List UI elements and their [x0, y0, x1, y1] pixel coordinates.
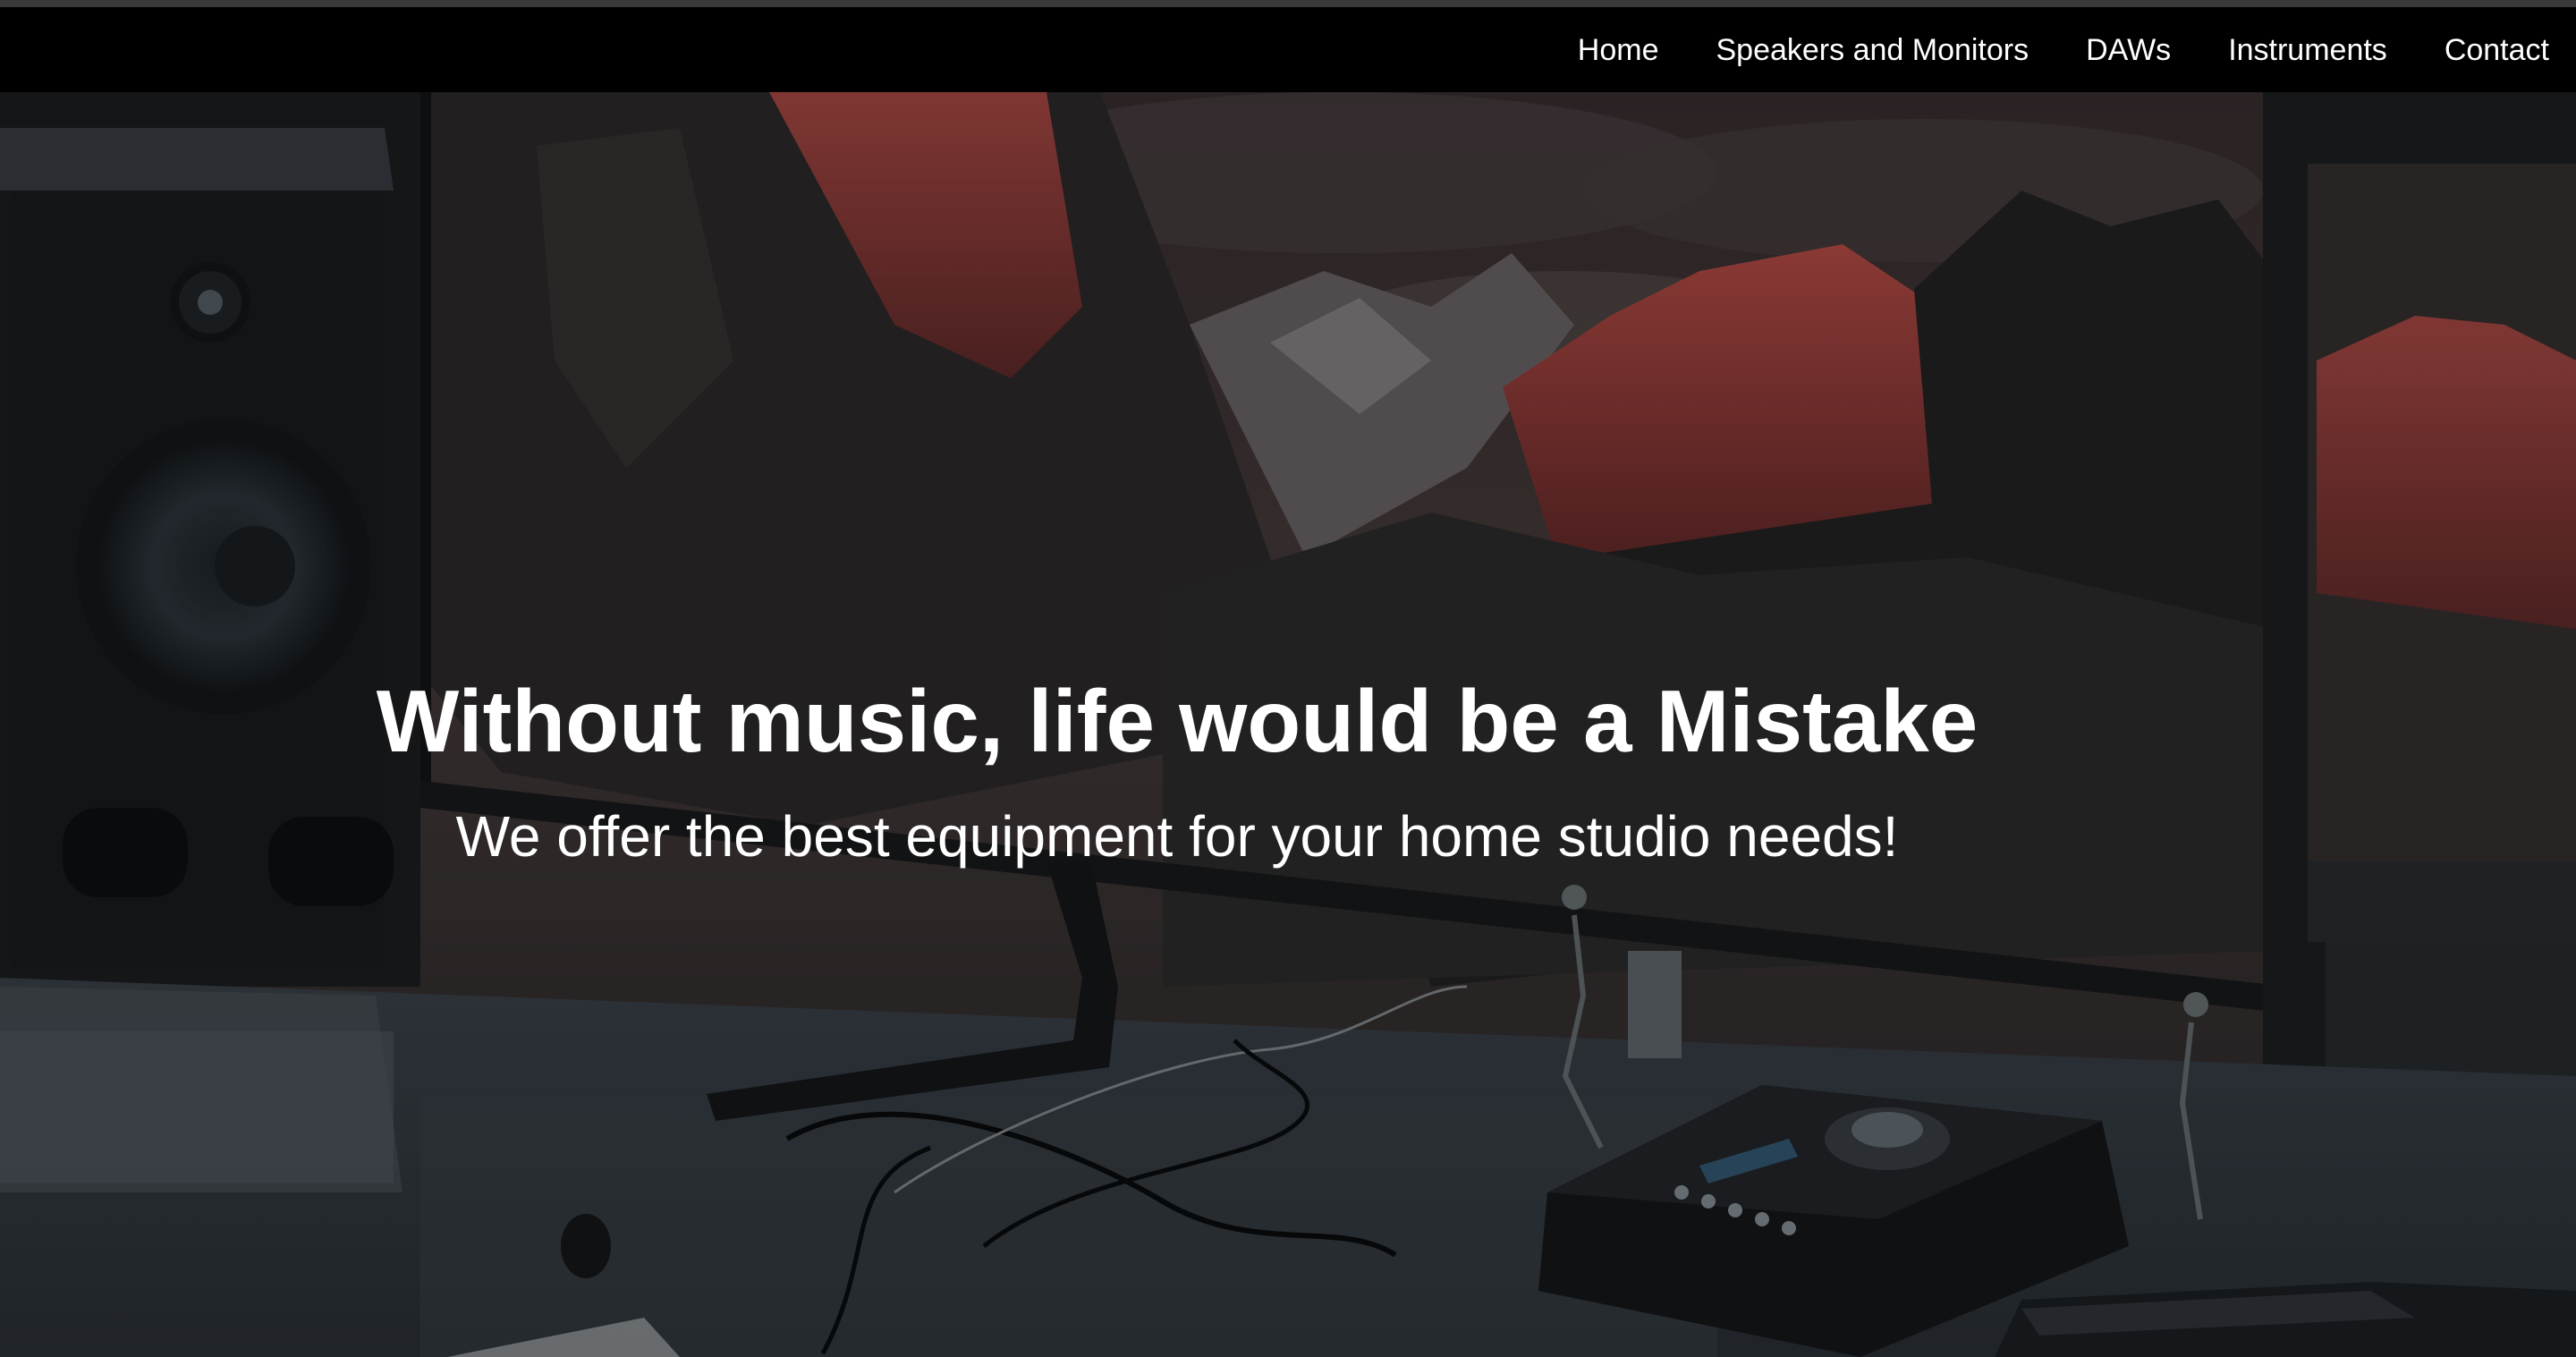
hero-section: Without music, life would be a Mistake W…	[0, 92, 2576, 1357]
page: Home Speakers and Monitors DAWs Instrume…	[0, 0, 2576, 1357]
hero-text-container: Without music, life would be a Mistake W…	[0, 92, 2576, 1357]
nav-speakers-monitors-link[interactable]: Speakers and Monitors	[1716, 33, 2029, 67]
nav-home-link[interactable]: Home	[1578, 33, 1659, 67]
hero-title: Without music, life would be a Mistake	[376, 672, 1979, 770]
nav-links: Home Speakers and Monitors DAWs Instrume…	[1578, 7, 2549, 92]
window-top-edge	[0, 0, 2576, 7]
nav-instruments-link[interactable]: Instruments	[2228, 33, 2387, 67]
hero-subtitle: We offer the best equipment for your hom…	[455, 804, 1899, 869]
nav-daws-link[interactable]: DAWs	[2086, 33, 2171, 67]
nav-contact-link[interactable]: Contact	[2445, 33, 2549, 67]
navbar: Home Speakers and Monitors DAWs Instrume…	[0, 7, 2576, 92]
